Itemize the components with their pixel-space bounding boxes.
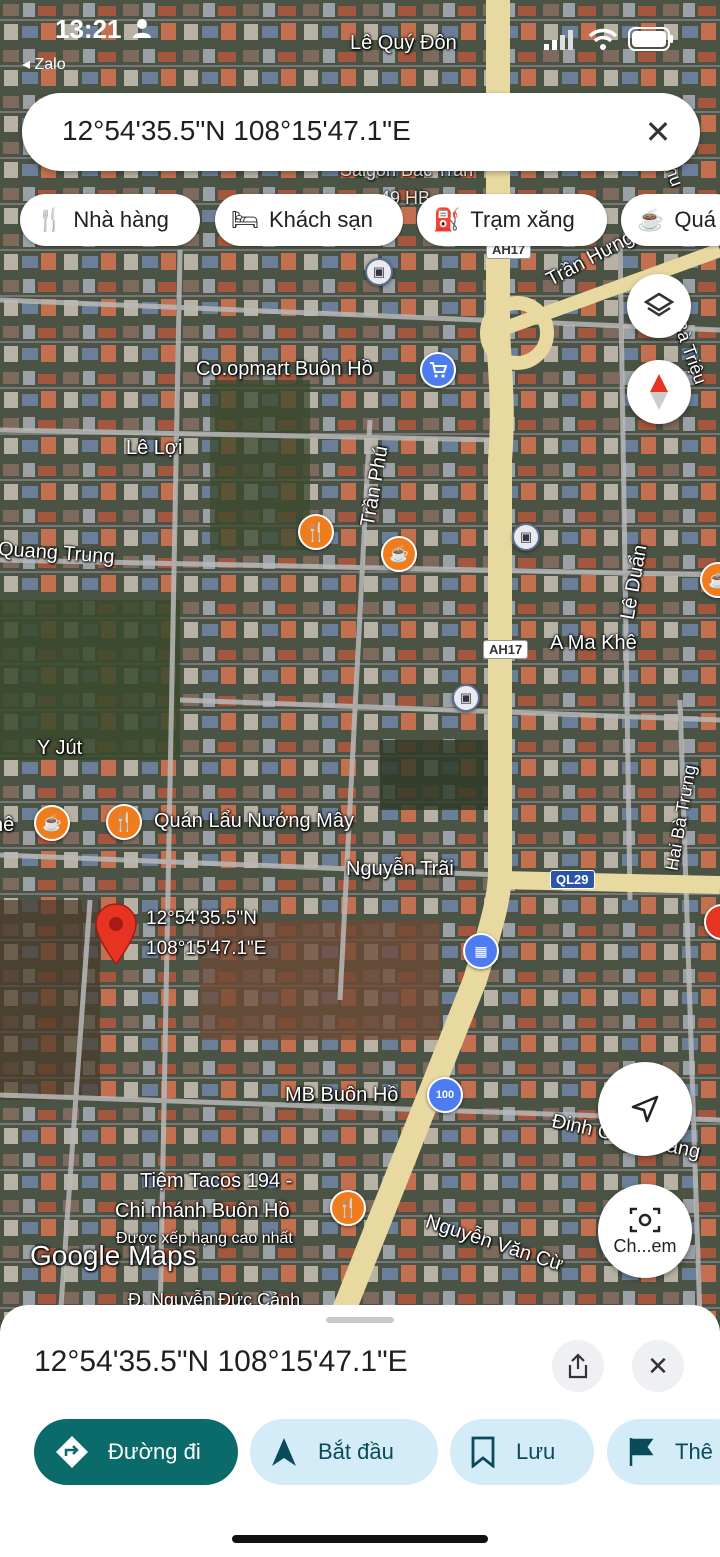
- close-sheet-button[interactable]: ✕: [632, 1340, 684, 1392]
- battery-icon: [628, 27, 673, 51]
- chip-hotels[interactable]: 🛏 Khách sạn: [215, 194, 403, 246]
- camera-icon: [629, 1207, 661, 1232]
- place-label[interactable]: Quán Lẩu Nướng Mây: [154, 810, 354, 833]
- hotel-icon: 🛏: [231, 207, 259, 232]
- compass-button[interactable]: [627, 360, 691, 424]
- home-indicator[interactable]: [232, 1535, 488, 1543]
- bookmark-icon: [471, 1436, 495, 1468]
- navigation-arrow-icon: [272, 1438, 296, 1466]
- status-bar: 13:21 ◂ Zalo: [0, 0, 720, 80]
- share-icon: [568, 1353, 588, 1379]
- place-label: hê: [0, 814, 15, 836]
- camera-fab-label: Ch...em: [613, 1235, 677, 1256]
- navigation-arrow-icon: [631, 1095, 659, 1123]
- bus-stop-icon[interactable]: ▣: [365, 258, 393, 286]
- back-to-app[interactable]: ◂ Zalo: [22, 54, 66, 74]
- place-label[interactable]: Co.opmart Buôn Hồ: [196, 358, 373, 381]
- clock: 13:21: [55, 14, 122, 44]
- route-shield: AH17: [483, 640, 529, 659]
- gas-station-icon: ⛽: [433, 207, 461, 232]
- restaurant-icon[interactable]: 🍴: [330, 1190, 366, 1226]
- search-query[interactable]: 12°54'35.5"N 108°15'47.1"E: [62, 115, 411, 147]
- street-label: Lê Lợi: [126, 437, 183, 459]
- signal-icon: [544, 30, 573, 50]
- google-maps-watermark: Google Maps: [30, 1240, 197, 1271]
- government-building-icon[interactable]: ▦: [463, 933, 499, 969]
- cafe-icon[interactable]: ☕: [34, 805, 70, 841]
- bus-stop-icon[interactable]: ▣: [452, 684, 480, 712]
- share-button[interactable]: [552, 1340, 604, 1392]
- chip-gas-stations[interactable]: ⛽ Trạm xăng: [417, 194, 607, 246]
- restaurant-icon[interactable]: 🍴: [298, 514, 334, 550]
- my-location-button[interactable]: [598, 1062, 692, 1156]
- search-bar[interactable]: 12°54'35.5"N 108°15'47.1"E ✕: [22, 93, 700, 171]
- wifi-icon: [588, 28, 618, 50]
- place-label[interactable]: Chi nhánh Buôn Hồ: [115, 1200, 290, 1223]
- place-bottom-sheet[interactable]: 12°54'35.5"N 108°15'47.1"E ✕ Đường đi Bắ…: [0, 1305, 720, 1557]
- compass-icon: [650, 374, 668, 410]
- layers-icon: [644, 292, 674, 317]
- add-label-button[interactable]: Thê: [607, 1419, 720, 1485]
- cafe-icon: ☕: [637, 207, 665, 232]
- street-label: Y Jút: [37, 737, 83, 759]
- clear-search-icon[interactable]: ✕: [636, 110, 680, 154]
- close-icon: ✕: [647, 1350, 669, 1381]
- route-shield: QL29: [550, 870, 595, 889]
- category-chips: 🍴 Nhà hàng 🛏 Khách sạn ⛽ Trạm xăng ☕ Quá: [20, 194, 720, 246]
- shopping-cart-icon[interactable]: [420, 352, 456, 388]
- directions-icon: [56, 1436, 88, 1468]
- save-button[interactable]: Lưu: [450, 1419, 594, 1485]
- directions-button[interactable]: Đường đi: [34, 1419, 238, 1485]
- restaurant-icon: 🍴: [36, 207, 64, 232]
- drag-handle[interactable]: [326, 1317, 394, 1323]
- chip-cafes[interactable]: ☕ Quá: [621, 194, 720, 246]
- flag-icon: [629, 1438, 654, 1466]
- back-arrow-icon: ◂: [22, 56, 35, 73]
- sheet-title: 12°54'35.5"N 108°15'47.1"E: [34, 1345, 408, 1378]
- atm-icon[interactable]: 100: [427, 1077, 463, 1113]
- bus-stop-icon[interactable]: ▣: [512, 523, 540, 551]
- cafe-icon[interactable]: ☕: [381, 536, 417, 572]
- street-label: A Ma Khê: [550, 632, 637, 654]
- chip-restaurants[interactable]: 🍴 Nhà hàng: [20, 194, 200, 246]
- street-label: Nguyễn Trãi: [346, 858, 454, 880]
- location-pin-icon[interactable]: [94, 902, 138, 966]
- restaurant-icon[interactable]: 🍴: [106, 804, 142, 840]
- start-navigation-button[interactable]: Bắt đầu: [250, 1419, 438, 1485]
- place-label[interactable]: MB Buôn Hồ: [285, 1084, 398, 1107]
- layers-button[interactable]: [627, 274, 691, 338]
- place-label[interactable]: Tiệm Tacos 194 -: [140, 1170, 292, 1193]
- pin-coordinate-label: 108°15'47.1"E: [146, 938, 267, 959]
- person-icon: [133, 19, 151, 38]
- camera-search-button[interactable]: Ch...em: [598, 1184, 692, 1278]
- pin-coordinate-label: 12°54'35.5"N: [146, 908, 257, 929]
